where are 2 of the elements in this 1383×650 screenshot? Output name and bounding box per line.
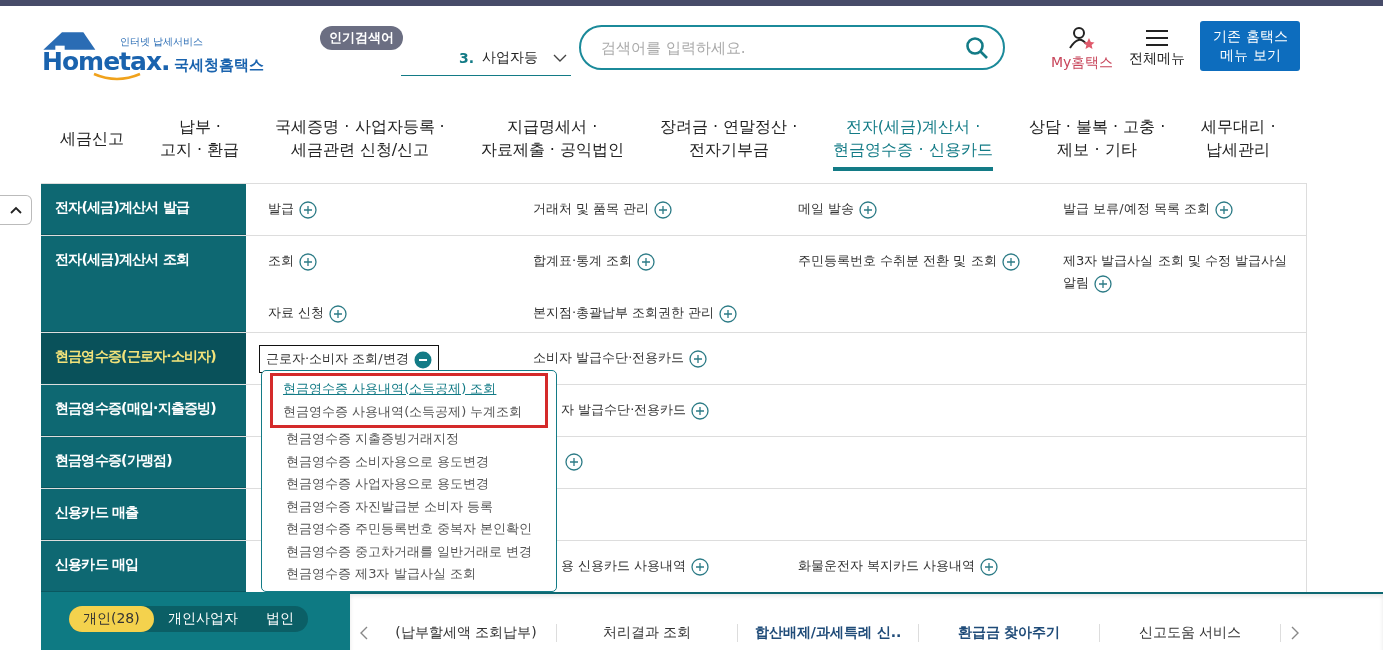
popular-badge: 인기검색어 bbox=[320, 25, 403, 50]
logo-tagline: 인터넷 납세서비스 bbox=[120, 35, 205, 47]
